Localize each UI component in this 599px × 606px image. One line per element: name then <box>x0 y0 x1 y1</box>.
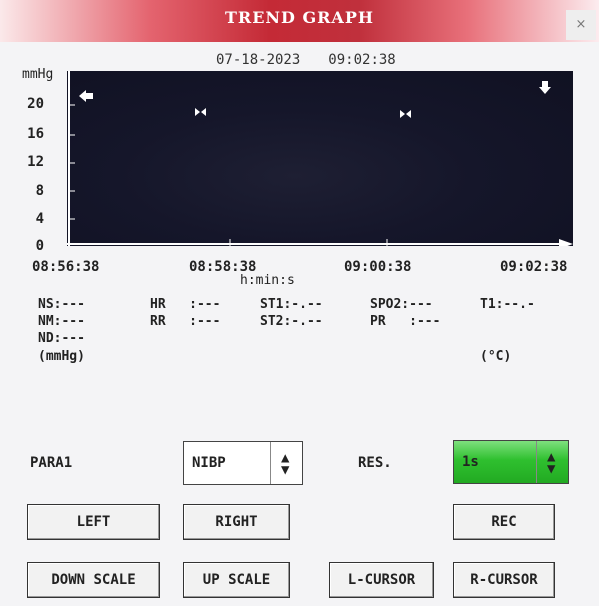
time-label: 09:02:38 <box>328 52 396 68</box>
param-bp-unit: (mmHg) <box>38 349 85 364</box>
title-bar: TREND GRAPH × <box>0 0 599 42</box>
l-cursor-button[interactable]: L-CURSOR <box>329 562 434 598</box>
right-cursor-marker-icon[interactable] <box>400 110 411 118</box>
res-select-value: 1s <box>462 454 479 470</box>
param-rr: RR :--- <box>150 314 221 329</box>
rec-button[interactable]: REC <box>453 504 555 540</box>
down-arrow-icon[interactable] <box>539 81 551 94</box>
param-ns: NS:--- <box>38 297 85 312</box>
y-tick-20: 20 <box>27 96 44 112</box>
param-pr: PR :--- <box>370 314 441 329</box>
left-scroll-arrow-icon[interactable] <box>79 90 93 102</box>
right-button[interactable]: RIGHT <box>183 504 290 540</box>
para1-select-value: NIBP <box>192 455 226 471</box>
para1-label: PARA1 <box>30 455 73 471</box>
res-select[interactable]: 1s ▲ ▼ <box>453 440 569 484</box>
down-scale-button[interactable]: DOWN SCALE <box>27 562 160 598</box>
x-axis-arrow-icon <box>559 239 573 246</box>
x-tick-3: 09:02:38 <box>500 259 568 275</box>
date-label: 07-18-2023 <box>216 52 301 68</box>
y-tick-4: 4 <box>35 211 44 227</box>
param-st2: ST2:-.-- <box>260 314 323 329</box>
left-cursor-marker-icon[interactable] <box>195 108 206 116</box>
up-down-arrows-icon: ▲ ▼ <box>547 449 556 477</box>
x-tick-2: 09:00:38 <box>344 259 412 275</box>
y-tick-12: 12 <box>27 154 44 170</box>
y-tick-16: 16 <box>27 126 44 142</box>
select-divider <box>270 442 271 484</box>
param-hr: HR :--- <box>150 297 221 312</box>
trend-plot-area[interactable] <box>67 71 573 246</box>
param-spo2: SPO2:--- <box>370 297 433 312</box>
close-button[interactable]: × <box>566 10 596 40</box>
window-title: TREND GRAPH <box>225 8 374 27</box>
param-nm: NM:--- <box>38 314 85 329</box>
select-divider <box>536 441 537 483</box>
graph-datetime: 07-18-2023 09:02:38 <box>216 52 396 68</box>
trend-plot-svg <box>67 71 573 246</box>
left-button[interactable]: LEFT <box>27 504 160 540</box>
up-down-arrows-icon: ▲ ▼ <box>281 450 290 478</box>
x-tick-0: 08:56:38 <box>32 259 100 275</box>
para1-select[interactable]: NIBP ▲ ▼ <box>183 441 303 485</box>
param-t1: T1:--.- <box>480 297 535 312</box>
up-scale-button[interactable]: UP SCALE <box>183 562 290 598</box>
r-cursor-button[interactable]: R-CURSOR <box>453 562 555 598</box>
param-st1: ST1:-.-- <box>260 297 323 312</box>
param-nd: ND:--- <box>38 331 85 346</box>
y-tick-8: 8 <box>35 183 44 199</box>
res-label: RES. <box>358 455 392 471</box>
y-axis-unit: mmHg <box>22 67 54 82</box>
x-axis-unit: h:min:s <box>240 273 295 288</box>
y-tick-0: 0 <box>35 238 44 254</box>
param-temp-unit: (°C) <box>480 349 512 364</box>
